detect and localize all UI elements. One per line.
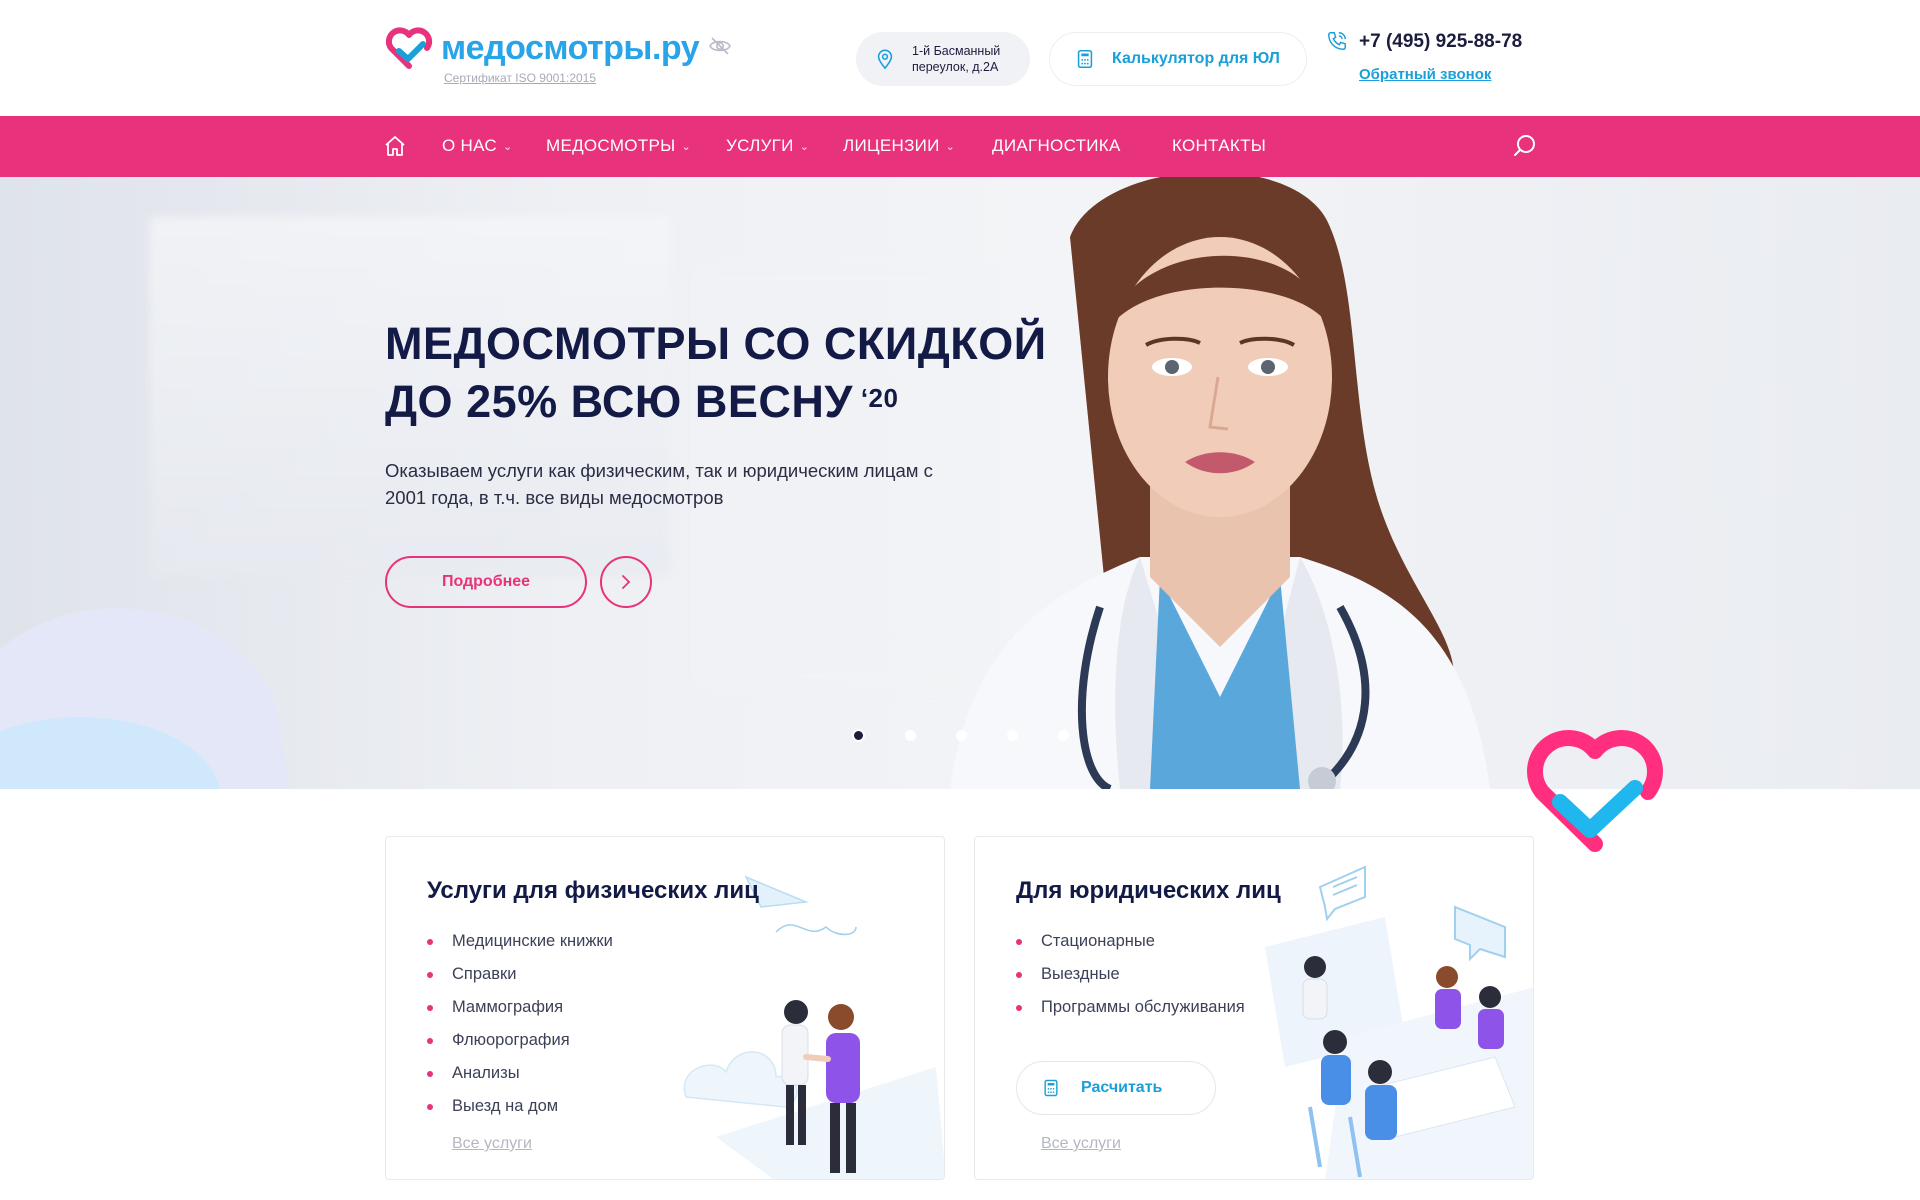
office-meeting-illustration bbox=[1265, 865, 1533, 1179]
nav-item-label: ДИАГНОСТИКА bbox=[992, 136, 1121, 155]
list-item[interactable]: Стационарные bbox=[1016, 925, 1245, 958]
list-item[interactable]: Выезд на дом bbox=[427, 1090, 613, 1123]
individuals-card: Услуги для физических лиц Медицинские кн… bbox=[385, 836, 945, 1180]
hero-title-year: ‘20 bbox=[860, 383, 899, 413]
people-handshake-illustration bbox=[683, 875, 944, 1179]
site-header: медосмотры.ру Сертификат ISO 9001:2015 1… bbox=[0, 0, 1920, 116]
phone-number[interactable]: +7 (495) 925-88-78 bbox=[1359, 31, 1522, 53]
chevron-down-icon: ⌄ bbox=[502, 140, 513, 153]
chevron-down-icon: ⌄ bbox=[681, 140, 692, 153]
search-icon[interactable] bbox=[1512, 133, 1538, 159]
address-text: 1-й Басманный переулок, д.2А bbox=[912, 44, 1001, 74]
slide-dot[interactable] bbox=[905, 730, 916, 741]
slide-dot[interactable] bbox=[852, 729, 865, 742]
all-services-link[interactable]: Все услуги bbox=[452, 1135, 532, 1153]
services-list: Стационарные Выездные Программы обслужив… bbox=[1016, 925, 1245, 1024]
heart-check-icon bbox=[1527, 730, 1663, 852]
card-title: Услуги для физических лиц bbox=[427, 877, 759, 904]
slide-dot[interactable] bbox=[956, 730, 967, 741]
nav-item-services[interactable]: УСЛУГИ ⌄ bbox=[726, 136, 809, 156]
phone-icon bbox=[1328, 32, 1346, 50]
nav-item-label: МЕДОСМОТРЫ bbox=[546, 136, 676, 155]
nav-item-label: О НАС bbox=[442, 136, 497, 155]
chevron-right-icon bbox=[622, 575, 631, 589]
list-item[interactable]: Маммография bbox=[427, 991, 613, 1024]
next-slide-button[interactable] bbox=[600, 556, 652, 608]
nav-item-contacts[interactable]: КОНТАКТЫ bbox=[1172, 136, 1266, 156]
main-nav: О НАС ⌄ МЕДОСМОТРЫ ⌄ УСЛУГИ ⌄ ЛИЦЕНЗИИ ⌄ ДИА… bbox=[0, 116, 1920, 177]
chevron-down-icon: ⌄ bbox=[799, 140, 810, 153]
hero-title-line2: ДО 25% ВСЮ ВЕСНУ bbox=[385, 376, 853, 427]
logo-text: медосмотры.ру bbox=[441, 28, 700, 67]
hero-title: МЕДОСМОТРЫ СО СКИДКОЙ ДО 25% ВСЮ ВЕСНУ ‘2… bbox=[385, 315, 1105, 431]
nav-item-label: ЛИЦЕНЗИИ bbox=[843, 136, 940, 155]
calculator-icon bbox=[1044, 1079, 1058, 1097]
list-item[interactable]: Анализы bbox=[427, 1057, 613, 1090]
hero-banner: МЕДОСМОТРЫ СО СКИДКОЙ ДО 25% ВСЮ ВЕСНУ ‘2… bbox=[0, 177, 1920, 789]
list-item[interactable]: Выездные bbox=[1016, 958, 1245, 991]
certificate-link[interactable]: Сертификат ISO 9001:2015 bbox=[444, 71, 596, 85]
all-services-link[interactable]: Все услуги bbox=[1041, 1135, 1121, 1153]
slide-dot[interactable] bbox=[1058, 730, 1069, 741]
hero-title-line1: МЕДОСМОТРЫ СО СКИДКОЙ bbox=[385, 318, 1047, 369]
calculate-button[interactable]: Расчитать bbox=[1016, 1061, 1216, 1115]
companies-card: Для юридических лиц Стационарные Выездны… bbox=[974, 836, 1534, 1180]
calculator-icon bbox=[1077, 49, 1093, 69]
nav-item-about[interactable]: О НАС ⌄ bbox=[442, 136, 513, 156]
nav-item-licenses[interactable]: ЛИЦЕНЗИИ ⌄ bbox=[843, 136, 955, 156]
nav-item-diagnostics[interactable]: ДИАГНОСТИКА bbox=[992, 136, 1121, 156]
address-pill[interactable]: 1-й Басманный переулок, д.2А bbox=[856, 32, 1030, 86]
list-item[interactable]: Медицинские книжки bbox=[427, 925, 613, 958]
hero-subtitle: Оказываем услуги как физическим, так и ю… bbox=[385, 460, 933, 508]
location-pin-icon bbox=[877, 49, 893, 70]
list-item[interactable]: Флюорография bbox=[427, 1024, 613, 1057]
nav-item-label: КОНТАКТЫ bbox=[1172, 136, 1267, 155]
list-item[interactable]: Справки bbox=[427, 958, 613, 991]
list-item[interactable]: Программы обслуживания bbox=[1016, 991, 1245, 1024]
calculate-label: Расчитать bbox=[1081, 1079, 1163, 1096]
slider-dots bbox=[852, 729, 1069, 742]
home-icon[interactable] bbox=[383, 134, 407, 158]
slide-dot[interactable] bbox=[1007, 730, 1018, 741]
more-button[interactable]: Подробнее bbox=[385, 556, 587, 608]
card-title: Для юридических лиц bbox=[1016, 877, 1281, 904]
calculator-button[interactable]: Калькулятор для ЮЛ bbox=[1049, 32, 1307, 86]
eye-off-icon[interactable] bbox=[708, 34, 732, 58]
callback-link[interactable]: Обратный звонок bbox=[1359, 66, 1491, 83]
calculator-label: Калькулятор для ЮЛ bbox=[1112, 50, 1280, 67]
services-list: Медицинские книжки Справки Маммография Ф… bbox=[427, 925, 613, 1123]
logo-heart-icon bbox=[385, 27, 433, 69]
doctor-photo bbox=[950, 177, 1490, 789]
logo[interactable]: медосмотры.ру bbox=[385, 26, 700, 70]
chevron-down-icon: ⌄ bbox=[945, 140, 956, 153]
nav-item-label: УСЛУГИ bbox=[726, 136, 794, 155]
nav-item-checkups[interactable]: МЕДОСМОТРЫ ⌄ bbox=[546, 136, 691, 156]
